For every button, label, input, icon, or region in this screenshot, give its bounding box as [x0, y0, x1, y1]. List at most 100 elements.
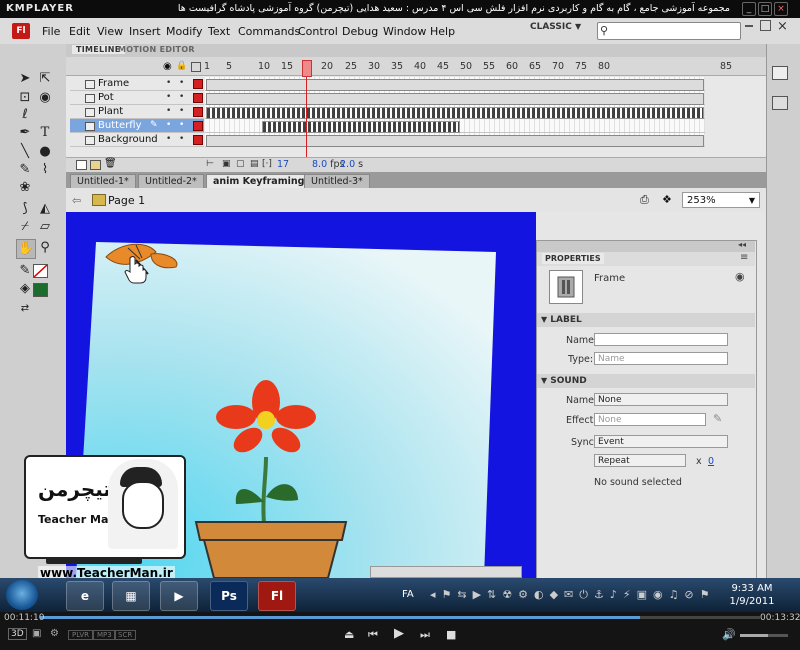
lock-dot[interactable]: •: [179, 133, 184, 146]
mini-button[interactable]: PLVR: [68, 630, 94, 640]
stroke-swatch[interactable]: [33, 264, 48, 278]
layer-row-pot[interactable]: Pot • •: [70, 91, 204, 105]
bone-tool-icon[interactable]: ⟆: [16, 200, 34, 218]
minimize-icon[interactable]: _: [742, 2, 756, 16]
current-frame-value[interactable]: 17: [277, 159, 289, 170]
search-input[interactable]: [614, 23, 742, 39]
line-tool-icon[interactable]: ╲: [16, 143, 34, 161]
menu-insert[interactable]: Insert: [129, 25, 161, 38]
tray-icons[interactable]: ◂⚑⇆▶⇅☢⚙◐◆✉⏻⚓♪⚡▣◉♫⊘⚑: [430, 588, 716, 602]
photoshop-taskbar-icon[interactable]: Ps: [210, 581, 248, 611]
lock-dot[interactable]: •: [179, 105, 184, 118]
layer-row-frame[interactable]: Frame • •: [70, 77, 204, 91]
taskbar-clock[interactable]: 9:33 AM 1/9/2011: [724, 582, 780, 608]
lock-dot[interactable]: •: [179, 91, 184, 104]
lasso-icon[interactable]: ℓ: [16, 106, 34, 124]
menu-help[interactable]: Help: [430, 25, 455, 38]
outline-color-icon[interactable]: [193, 107, 203, 117]
visibility-dot[interactable]: •: [166, 105, 171, 118]
effect-select[interactable]: None: [594, 413, 706, 426]
repeat-select[interactable]: Repeat: [594, 454, 686, 467]
lock-dot[interactable]: •: [179, 119, 184, 132]
zoom-tool-icon[interactable]: ⚲: [36, 239, 54, 257]
lock-dot[interactable]: •: [179, 77, 184, 90]
outline-color-icon[interactable]: [193, 121, 203, 131]
doc-tab-untitled-1[interactable]: Untitled-1*: [70, 174, 136, 189]
visibility-dot[interactable]: •: [166, 133, 171, 146]
restore-icon[interactable]: [760, 20, 771, 31]
menu-modify[interactable]: Modify: [166, 25, 202, 38]
mini-button[interactable]: MP3: [93, 630, 116, 640]
panel-menu-icon[interactable]: ≡: [740, 252, 748, 263]
help-icon[interactable]: ◉: [735, 270, 745, 283]
outline-icon[interactable]: [191, 62, 201, 72]
brush-tool-icon[interactable]: ⌇: [36, 161, 54, 179]
menu-commands[interactable]: Commands: [238, 25, 300, 38]
selection-tool-icon[interactable]: ➤: [16, 70, 34, 88]
previous-icon[interactable]: ⏮: [368, 628, 378, 642]
visibility-dot[interactable]: •: [166, 77, 171, 90]
trash-icon[interactable]: 🗑: [104, 158, 117, 169]
outline-color-icon[interactable]: [193, 93, 203, 103]
visibility-dot[interactable]: •: [166, 91, 171, 104]
next-icon[interactable]: ⏭: [420, 628, 430, 642]
ie-taskbar-icon[interactable]: e: [66, 581, 104, 611]
layer-row-background[interactable]: Background • •: [70, 133, 204, 147]
text-tool-icon[interactable]: T: [36, 124, 54, 142]
outline-color-icon[interactable]: [193, 79, 203, 89]
library-icon[interactable]: [772, 66, 788, 80]
fill-color-icon[interactable]: ◈: [16, 280, 34, 298]
menu-control[interactable]: Control: [298, 25, 338, 38]
subselection-tool-icon[interactable]: ⇱: [36, 70, 54, 88]
new-folder-icon[interactable]: [90, 160, 101, 170]
color-panel-icon[interactable]: [772, 96, 788, 110]
tab-motion-editor[interactable]: MOTION EDITOR: [118, 45, 195, 54]
flash-taskbar-icon[interactable]: Fl: [258, 581, 296, 611]
maximize-icon[interactable]: □: [758, 2, 772, 16]
menu-edit[interactable]: Edit: [69, 25, 90, 38]
edit-pencil-icon[interactable]: ✎: [713, 412, 722, 425]
lock-icon[interactable]: 🔒: [176, 61, 187, 71]
eraser-icon[interactable]: ▱: [36, 218, 54, 236]
layer-row-plant[interactable]: Plant • •: [70, 105, 204, 119]
label-type-select[interactable]: Name: [594, 352, 728, 365]
pencil-tool-icon[interactable]: ✎: [16, 161, 34, 179]
close-icon[interactable]: ×: [774, 2, 788, 16]
onion-skin-icon[interactable]: ▣: [222, 159, 231, 169]
back-arrow-icon[interactable]: ⇦: [72, 194, 81, 207]
doc-tab-untitled-3[interactable]: Untitled-3*: [304, 174, 370, 189]
onion-outline-icon[interactable]: ▢: [236, 159, 245, 169]
collapse-icon[interactable]: ◂◂: [738, 240, 746, 249]
sound-section-header[interactable]: ▼ SOUND: [537, 374, 755, 388]
3d-rotation-icon[interactable]: ◉: [36, 89, 54, 107]
eye-icon[interactable]: ◉: [163, 61, 172, 72]
menu-debug[interactable]: Debug: [342, 25, 378, 38]
explorer-taskbar-icon[interactable]: ▦: [112, 581, 150, 611]
outline-color-icon[interactable]: [193, 135, 203, 145]
sound-name-select[interactable]: None: [594, 393, 728, 406]
mini-button[interactable]: SCR: [114, 630, 137, 640]
settings-icon[interactable]: ⚙: [50, 628, 59, 639]
close-icon[interactable]: ×: [777, 19, 788, 34]
frame-name-field[interactable]: [594, 333, 728, 346]
tab-timeline[interactable]: TIMELINE: [72, 45, 125, 54]
eyedropper-icon[interactable]: ⌿: [16, 218, 34, 236]
playhead-handle[interactable]: [302, 60, 312, 77]
layer-row-butterfly[interactable]: Butterfly ✎ • •: [70, 119, 204, 133]
menu-view[interactable]: View: [97, 25, 123, 38]
workspace-switcher[interactable]: CLASSIC ▼: [530, 22, 582, 38]
oval-tool-icon[interactable]: ●: [36, 143, 54, 161]
3d-toggle[interactable]: 3D: [8, 628, 27, 640]
stop-icon[interactable]: ■: [446, 628, 456, 641]
language-indicator[interactable]: FA: [402, 589, 414, 600]
horizontal-scrollbar[interactable]: [370, 566, 522, 578]
modify-markers-icon[interactable]: [·]: [262, 159, 272, 169]
volume-icon[interactable]: 🔊: [722, 628, 736, 641]
start-button[interactable]: [6, 580, 38, 610]
doc-tab-anim-keyframing[interactable]: anim Keyframing*: [206, 174, 317, 189]
menu-text[interactable]: Text: [208, 25, 230, 38]
search-box[interactable]: [597, 22, 742, 40]
eject-icon[interactable]: ⏏: [344, 628, 354, 641]
new-layer-icon[interactable]: [76, 160, 87, 170]
sync-select[interactable]: Event: [594, 435, 728, 448]
